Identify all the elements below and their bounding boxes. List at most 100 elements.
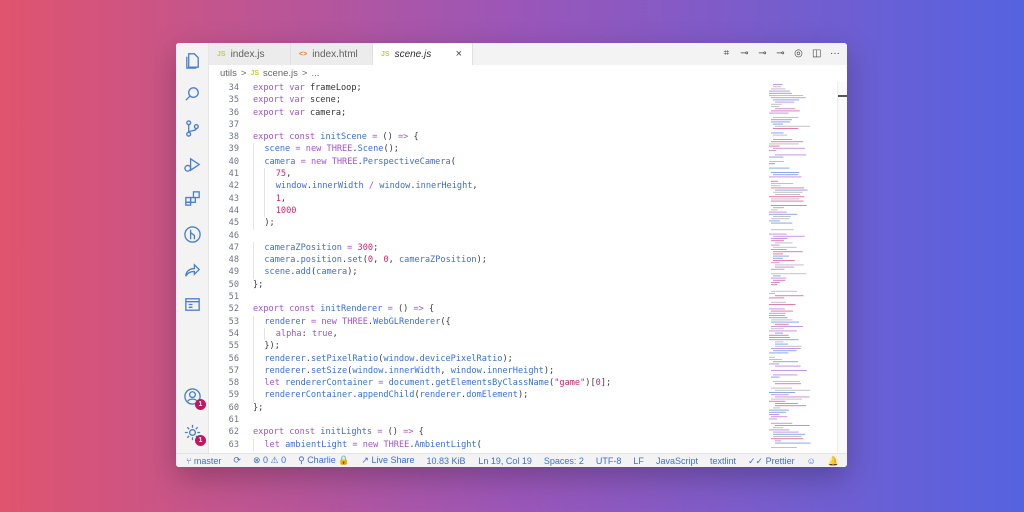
code-text[interactable]: export var scene; [239, 94, 341, 106]
code-line[interactable]: 48 camera.position.set(0, 0, cameraZPosi… [209, 254, 767, 267]
code-text[interactable] [239, 119, 253, 131]
source-control-icon[interactable] [183, 119, 202, 138]
code-text[interactable]: }; [239, 279, 263, 291]
file-size-status[interactable]: 10.83 KiB [427, 456, 466, 466]
code-line[interactable]: 36 export var camera; [209, 107, 767, 119]
code-line[interactable]: 37 [209, 119, 767, 131]
code-line[interactable]: 51 [209, 291, 767, 303]
problems-status[interactable]: ⊗ 0 ⚠ 0 [253, 455, 286, 466]
code-editor[interactable]: 34 export var frameLoop; 35 export var scen… [209, 82, 767, 453]
code-line[interactable]: 63 let ambientLight = new THREE.AmbientL… [209, 438, 767, 451]
code-line[interactable]: 54 alpha: true, [209, 327, 767, 341]
open-preview-icon[interactable]: ◎ [794, 48, 803, 59]
split-editor-icon[interactable]: ◫ [812, 48, 821, 59]
code-text[interactable]: 1000 [239, 204, 296, 218]
code-text[interactable]: export const initLights = () => { [239, 426, 424, 438]
search-icon[interactable] [183, 85, 202, 104]
account-icon[interactable]: 1 [183, 387, 206, 410]
code-line[interactable]: 40 camera = new THREE.PerspectiveCamera( [209, 155, 767, 169]
indentation-status[interactable]: Spaces: 2 [544, 456, 584, 466]
code-line[interactable]: 41 75, [209, 168, 767, 181]
code-line[interactable]: 56 renderer.setPixelRatio(window.deviceP… [209, 352, 767, 365]
more-actions-icon[interactable]: ··· [830, 48, 840, 59]
code-text[interactable]: export const initScene = () => { [239, 131, 419, 143]
code-text[interactable]: window.innerWidth / window.innerHeight, [239, 180, 478, 193]
code-text[interactable]: camera = new THREE.PerspectiveCamera( [239, 155, 456, 169]
cursor-position[interactable]: Ln 19, Col 19 [478, 456, 532, 466]
code-line[interactable]: 57 renderer.setSize(window.innerWidth, w… [209, 364, 767, 378]
code-line[interactable]: 58 let rendererContainer = document.getE… [209, 377, 767, 390]
code-line[interactable]: 44 1000 [209, 204, 767, 218]
code-text[interactable] [239, 414, 253, 426]
code-line[interactable]: 35 export var scene; [209, 94, 767, 106]
code-text[interactable] [239, 291, 253, 303]
code-line[interactable]: 49 scene.add(camera); [209, 266, 767, 279]
code-text[interactable]: ); [239, 217, 275, 230]
code-line[interactable]: 60}; [209, 402, 767, 414]
live-share-icon[interactable] [183, 261, 202, 280]
code-text[interactable]: let rendererContainer = document.getElem… [239, 377, 611, 390]
branch-status[interactable]: ⑂ master [186, 456, 221, 466]
explorer-icon[interactable] [183, 51, 202, 70]
tab-index-html[interactable]: <> index.html [291, 43, 373, 65]
code-text[interactable]: 75, [239, 168, 291, 181]
user-status[interactable]: ⚲ Charlie 🔒 [298, 455, 349, 466]
notifications-bell-icon[interactable]: 🔔 [828, 456, 839, 467]
eol-status[interactable]: LF [633, 456, 644, 466]
code-text[interactable]: let ambientLight = new THREE.AmbientLigh… [239, 438, 482, 451]
code-line[interactable]: 46 [209, 230, 767, 242]
linter-status[interactable]: textlint [710, 456, 736, 466]
breadcrumb-folder[interactable]: utils [220, 68, 237, 79]
breadcrumb-more[interactable]: ... [311, 68, 319, 79]
code-text[interactable]: renderer.setSize(window.innerWidth, wind… [239, 364, 554, 378]
prettier-status[interactable]: ✓✓ Prettier [748, 456, 795, 467]
scroll-thumb[interactable] [838, 95, 847, 97]
code-line[interactable]: 43 1, [209, 192, 767, 205]
code-text[interactable]: camera.position.set(0, 0, cameraZPositio… [239, 254, 487, 267]
code-text[interactable]: renderer.setPixelRatio(window.devicePixe… [239, 352, 513, 365]
tab-index-js[interactable]: JS index.js [209, 43, 291, 65]
code-line[interactable]: 52 export const initRenderer = () => { [209, 303, 767, 315]
code-text[interactable]: alpha: true, [239, 327, 338, 341]
code-line[interactable]: 61 [209, 414, 767, 426]
code-text[interactable]: 1, [239, 192, 286, 205]
breadcrumb-file[interactable]: scene.js [263, 68, 298, 79]
code-line[interactable]: 62 export const initLights = () => { [209, 426, 767, 438]
extensions-icon[interactable] [183, 189, 202, 208]
compare-icon[interactable]: ⌗ [722, 48, 731, 59]
close-icon[interactable]: × [456, 48, 462, 60]
settings-gear-icon[interactable]: 1 [183, 423, 206, 446]
run-debug-icon[interactable] [183, 155, 202, 174]
code-line[interactable]: 38 export const initScene = () => { [209, 131, 767, 143]
code-line[interactable]: 50}; [209, 279, 767, 291]
code-line[interactable]: 39 scene = new THREE.Scene(); [209, 143, 767, 156]
browser-preview-icon[interactable] [183, 295, 202, 314]
sync-icon[interactable]: ⟳ [233, 455, 241, 466]
code-text[interactable]: scene = new THREE.Scene(); [239, 143, 399, 156]
code-text[interactable]: rendererContainer.appendChild(renderer.d… [239, 389, 528, 402]
next-change-icon[interactable]: ⊸ [776, 48, 785, 59]
vertical-scrollbar[interactable] [837, 82, 847, 453]
code-text[interactable]: cameraZPosition = 300; [239, 241, 378, 255]
minimap[interactable] [767, 82, 837, 453]
code-text[interactable]: }); [239, 340, 280, 353]
feedback-icon[interactable]: ☺ [807, 456, 816, 466]
code-line[interactable]: 55 }); [209, 340, 767, 353]
live-share-status[interactable]: ↗ Live Share [361, 455, 414, 466]
code-text[interactable]: scene.add(camera); [239, 266, 358, 279]
git-graph-icon[interactable] [183, 225, 202, 244]
code-line[interactable]: 34 export var frameLoop; [209, 82, 767, 94]
code-line[interactable]: 42 window.innerWidth / window.innerHeigh… [209, 180, 767, 193]
code-line[interactable]: 45 ); [209, 217, 767, 230]
tab-scene-js[interactable]: JS scene.js × [373, 43, 473, 65]
code-text[interactable]: export var camera; [239, 107, 346, 119]
language-mode[interactable]: JavaScript [656, 456, 698, 466]
commit-icon[interactable]: ⊸ [740, 48, 749, 59]
previous-change-icon[interactable]: ⊸ [758, 48, 767, 59]
code-text[interactable] [239, 230, 253, 242]
encoding-status[interactable]: UTF-8 [596, 456, 622, 466]
code-line[interactable]: 47 cameraZPosition = 300; [209, 241, 767, 255]
code-text[interactable]: renderer = new THREE.WebGLRenderer({ [239, 315, 451, 328]
code-line[interactable]: 59 rendererContainer.appendChild(rendere… [209, 389, 767, 402]
code-text[interactable]: }; [239, 402, 263, 414]
